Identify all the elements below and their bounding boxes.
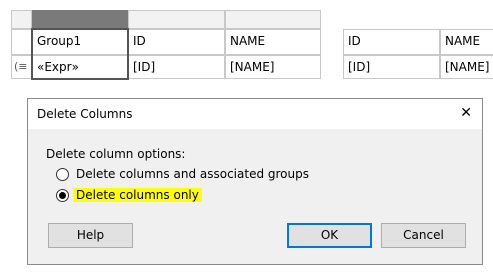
id-field-text: [ID] [133,60,156,74]
id-field-cell[interactable]: [ID] [128,55,225,79]
right-tablix: ID NAME [ID] [NAME] [343,29,493,81]
radio-delete-columns-only[interactable] [56,189,69,202]
column-handle-id[interactable] [128,10,225,29]
right-name-header-cell[interactable]: NAME [440,29,493,55]
option-delete-columns-and-groups[interactable]: Delete columns and associated groups [56,166,356,184]
help-button[interactable]: Help [48,223,133,248]
name-field-text: [NAME] [230,60,275,74]
column-handle-group1[interactable] [32,10,128,29]
delete-columns-dialog: Delete Columns ✕ Delete column options: … [27,98,483,265]
corner-handle[interactable] [11,10,32,29]
name-header-text: NAME [230,34,266,48]
left-tablix: Group1 ID NAME (≡ «Expr» [ID] [NAME] [0,0,325,80]
right-name-field-text: [NAME] [445,60,490,74]
dialog-body: Delete column options: Delete columns an… [28,129,482,264]
id-header-text: ID [133,34,146,48]
row-handle-detail[interactable]: (≡ [11,55,32,79]
column-handle-name[interactable] [225,10,321,29]
right-name-header-text: NAME [445,34,481,48]
ok-button[interactable]: OK [287,223,372,248]
name-field-cell[interactable]: [NAME] [225,55,321,79]
radio-selected-dot [59,192,66,199]
right-id-header-cell[interactable]: ID [343,29,440,55]
right-name-field-cell[interactable]: [NAME] [440,55,493,79]
dialog-titlebar: Delete Columns ✕ [28,99,482,129]
selected-column-outline [31,28,129,80]
name-header-cell[interactable]: NAME [225,29,321,55]
option-delete-columns-and-groups-label: Delete columns and associated groups [76,167,309,181]
option-delete-columns-only[interactable]: Delete columns only [56,187,356,205]
details-group-icon: (≡ [14,60,28,73]
row-handle-header[interactable] [11,29,32,55]
right-id-field-text: [ID] [348,60,371,74]
options-label: Delete column options: [46,147,186,161]
close-icon[interactable]: ✕ [460,105,472,121]
right-id-header-text: ID [348,34,361,48]
radio-delete-columns-and-groups[interactable] [56,168,69,181]
right-id-field-cell[interactable]: [ID] [343,55,440,79]
dialog-title: Delete Columns [37,107,133,121]
option-delete-columns-only-label: Delete columns only [73,188,202,202]
id-header-cell[interactable]: ID [128,29,225,55]
cancel-button[interactable]: Cancel [381,223,466,248]
